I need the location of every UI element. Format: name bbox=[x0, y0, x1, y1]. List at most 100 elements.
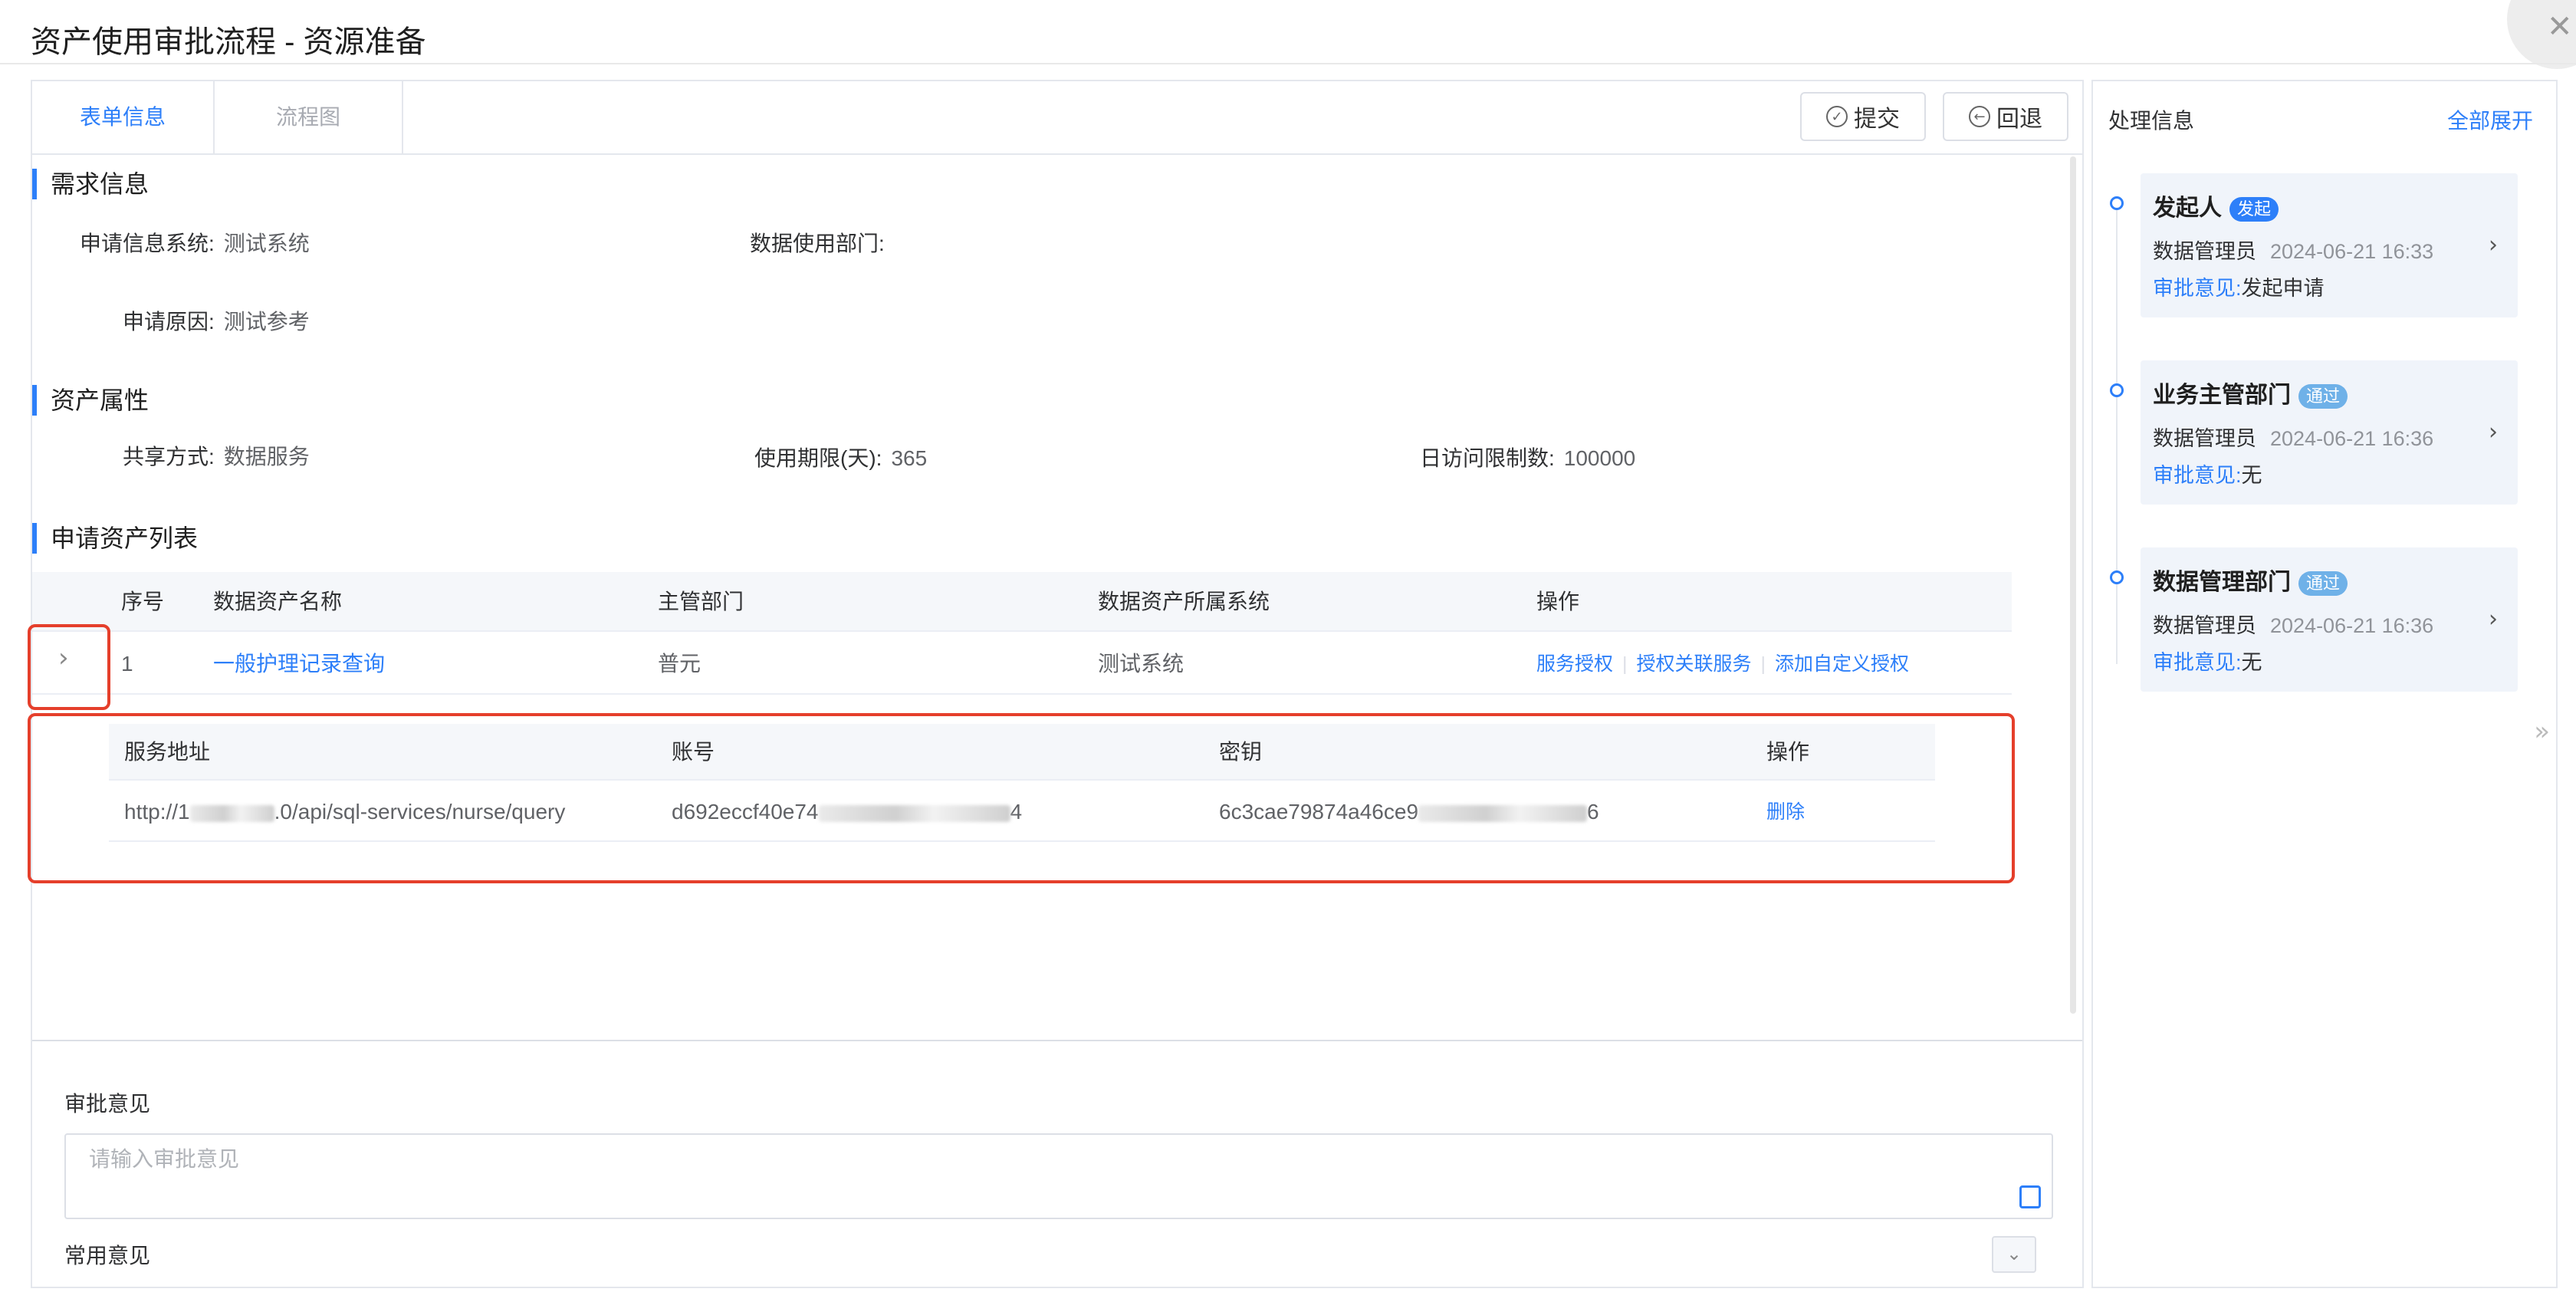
section-title-asset-list: 申请资产列表 bbox=[32, 523, 198, 554]
back-button[interactable]: ← 回退 bbox=[1943, 92, 2068, 141]
back-arrow-icon: ← bbox=[1969, 106, 1990, 127]
table-row: 1 一般护理记录查询 普元 测试系统 服务授权 | 授权关联服务 | 添加自定义授权 bbox=[32, 633, 2012, 695]
expand-highlight bbox=[28, 624, 110, 710]
field-value: 365 bbox=[891, 446, 928, 470]
chevron-right-icon[interactable]: › bbox=[2489, 232, 2498, 258]
step-time: 2024-06-21 16:33 bbox=[2270, 240, 2434, 263]
close-button[interactable]: ✕ bbox=[2507, 0, 2576, 69]
opinion-placeholder: 请输入审批意见 bbox=[89, 1147, 240, 1171]
step-time: 2024-06-21 16:36 bbox=[2270, 427, 2434, 450]
submit-button[interactable]: ✓ 提交 bbox=[1800, 92, 1926, 141]
process-step-card: 数据管理部门 通过 数据管理员 2024-06-21 16:36 › 审批意见:无 bbox=[2141, 547, 2518, 692]
step-opinion: 审批意见:发起申请 bbox=[2153, 271, 2325, 301]
process-step-card: 业务主管部门 通过 数据管理员 2024-06-21 16:36 › 审批意见:无 bbox=[2141, 360, 2518, 505]
redacted-blur bbox=[1418, 804, 1588, 822]
service-table-header: 服务地址 账号 密钥 操作 bbox=[109, 724, 1935, 781]
collapse-panel-icon[interactable]: » bbox=[2534, 716, 2550, 747]
redacted-blur bbox=[818, 804, 1010, 822]
row-actions: 服务授权 | 授权关联服务 | 添加自定义授权 bbox=[1536, 633, 1909, 695]
redacted-blur bbox=[189, 804, 274, 822]
step-title-text: 数据管理部门 bbox=[2153, 570, 2291, 595]
step-user: 数据管理员 2024-06-21 16:33 bbox=[2153, 235, 2433, 265]
col-service-actions: 操作 bbox=[1766, 740, 1810, 764]
step-user: 数据管理员 2024-06-21 16:36 bbox=[2153, 422, 2433, 452]
related-service-auth-link[interactable]: 授权关联服务 bbox=[1637, 653, 1752, 675]
field-apply-reason: 申请原因: 测试参考 bbox=[123, 305, 310, 336]
form-panel: 表单信息 流程图 ✓ 提交 ← 回退 需求信息 申请信息系统: 测试系统 数据使用… bbox=[28, 80, 2084, 1288]
col-actions: 操作 bbox=[1536, 590, 1580, 613]
step-time: 2024-06-21 16:36 bbox=[2270, 614, 2434, 637]
step-title-text: 发起人 bbox=[2153, 196, 2222, 221]
process-panel: 处理信息 全部展开 发起人 发起 数据管理员 2024-06-21 16:33 › … bbox=[2091, 80, 2558, 1288]
step-user-name: 数据管理员 bbox=[2153, 240, 2256, 263]
chevron-right-icon[interactable]: › bbox=[2489, 419, 2498, 446]
col-secret: 密钥 bbox=[1219, 740, 1263, 764]
common-opinion-label: 常用意见 bbox=[64, 1244, 151, 1267]
delete-link[interactable]: 删除 bbox=[1766, 782, 1805, 842]
asset-name-link[interactable]: 一般护理记录查询 bbox=[213, 633, 385, 695]
field-apply-system: 申请信息系统: 测试系统 bbox=[80, 227, 310, 258]
title-divider bbox=[0, 63, 2576, 64]
timeline-dot bbox=[2110, 196, 2124, 210]
account-prefix: d692eccf40e74 bbox=[672, 800, 819, 824]
field-label: 日访问限制数: bbox=[1420, 446, 1555, 470]
step-title-text: 业务主管部门 bbox=[2153, 383, 2291, 408]
service-auth-link[interactable]: 服务授权 bbox=[1536, 653, 1613, 675]
chevron-right-icon[interactable]: › bbox=[2489, 606, 2498, 633]
tab-form-info[interactable]: 表单信息 bbox=[32, 81, 215, 153]
check-circle-icon: ✓ bbox=[1826, 106, 1848, 127]
step-user-name: 数据管理员 bbox=[2153, 427, 2256, 450]
close-icon[interactable]: ✕ bbox=[2547, 9, 2573, 44]
custom-auth-link[interactable]: 添加自定义授权 bbox=[1775, 653, 1909, 675]
step-user-name: 数据管理员 bbox=[2153, 614, 2256, 637]
field-label: 使用期限(天): bbox=[754, 446, 882, 470]
col-dept: 主管部门 bbox=[658, 590, 744, 613]
cell-dept: 普元 bbox=[658, 652, 702, 676]
step-title: 发起人 发起 bbox=[2153, 189, 2279, 222]
col-system: 数据资产所属系统 bbox=[1098, 590, 1270, 613]
opinion-text: 无 bbox=[2241, 464, 2262, 487]
opinion-text: 发起申请 bbox=[2241, 277, 2325, 300]
field-label: 申请信息系统: bbox=[80, 232, 215, 255]
service-row: http://1.0/api/sql-services/nurse/query … bbox=[109, 782, 1935, 842]
timeline-dot bbox=[2110, 570, 2124, 584]
common-opinion-dropdown[interactable]: ⌄ bbox=[1992, 1236, 2036, 1273]
tabs-bar: 表单信息 流程图 ✓ 提交 ← 回退 bbox=[32, 81, 2082, 155]
field-label: 申请原因: bbox=[123, 310, 215, 334]
step-title: 业务主管部门 通过 bbox=[2153, 376, 2348, 409]
asset-table-header: 序号 数据资产名称 主管部门 数据资产所属系统 操作 bbox=[32, 572, 2012, 632]
secret-suffix: 6 bbox=[1587, 800, 1599, 824]
account-suffix: 4 bbox=[1010, 800, 1023, 824]
step-title: 数据管理部门 通过 bbox=[2153, 563, 2348, 597]
process-step-card: 发起人 发起 数据管理员 2024-06-21 16:33 › 审批意见:发起申请 bbox=[2141, 173, 2518, 317]
field-value: 数据服务 bbox=[223, 445, 310, 469]
tab-flowchart[interactable]: 流程图 bbox=[215, 81, 403, 153]
chevron-right-icon[interactable]: › bbox=[58, 643, 69, 673]
expand-all-link[interactable]: 全部展开 bbox=[2447, 104, 2533, 135]
status-badge: 发起 bbox=[2229, 197, 2279, 222]
submit-label: 提交 bbox=[1854, 107, 1900, 132]
field-label: 共享方式: bbox=[123, 445, 215, 469]
secret-prefix: 6c3cae79874a46ce9 bbox=[1219, 800, 1419, 824]
modal-title: 资产使用审批流程 - 资源准备 bbox=[31, 25, 426, 59]
step-user: 数据管理员 2024-06-21 16:36 bbox=[2153, 609, 2433, 639]
service-address: http://1 .0/api/sql-services/nurse/query bbox=[124, 782, 565, 842]
scrollbar[interactable] bbox=[2070, 156, 2076, 1014]
field-label: 数据使用部门: bbox=[750, 232, 885, 255]
step-opinion: 审批意见:无 bbox=[2153, 646, 2262, 676]
field-share-mode: 共享方式: 数据服务 bbox=[123, 440, 310, 471]
opinion-label: 审批意见 bbox=[64, 1092, 151, 1116]
opinion-textarea[interactable]: 请输入审批意见 bbox=[64, 1133, 2053, 1219]
section-title-asset-props: 资产属性 bbox=[32, 385, 149, 416]
field-data-dept: 数据使用部门: bbox=[750, 227, 894, 258]
bottom-divider bbox=[32, 1040, 2082, 1041]
secret-value: 6c3cae79874a46ce9 6 bbox=[1219, 782, 1599, 842]
opinion-text: 无 bbox=[2241, 651, 2262, 674]
col-index: 序号 bbox=[121, 590, 165, 613]
cell-system: 测试系统 bbox=[1098, 652, 1184, 676]
process-panel-title: 处理信息 bbox=[2108, 109, 2195, 133]
bookmark-icon[interactable] bbox=[2019, 1185, 2041, 1208]
chevron-down-icon: ⌄ bbox=[2006, 1243, 2022, 1264]
opinion-key: 审批意见: bbox=[2153, 277, 2242, 300]
opinion-key: 审批意见: bbox=[2153, 651, 2242, 674]
